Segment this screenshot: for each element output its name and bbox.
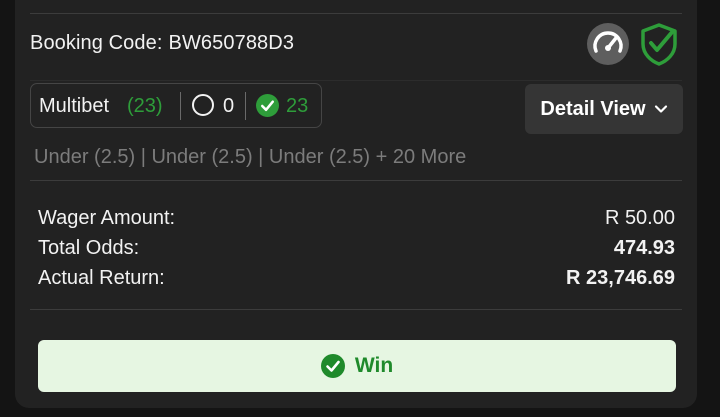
- check-circle-icon: [320, 354, 345, 378]
- booking-code-label: Booking Code:: [30, 32, 163, 54]
- open-count: 0: [223, 95, 235, 117]
- actual-return-value: R 23,746.69: [566, 267, 675, 289]
- wager-amount-value: R 50.00: [604, 207, 675, 229]
- win-status-bar: Win: [38, 340, 676, 392]
- check-circle-icon: [256, 94, 279, 117]
- multibet-summary: Multibet (23) 0 23: [30, 83, 322, 128]
- shield-check-icon[interactable]: [639, 22, 679, 66]
- actual-return-label: Actual Return:: [38, 267, 165, 289]
- selections-summary[interactable]: Under (2.5) | Under (2.5) | Under (2.5) …: [34, 146, 466, 169]
- detail-view-button[interactable]: Detail View: [525, 84, 683, 134]
- booking-divider: [30, 80, 682, 81]
- chevron-down-icon: [654, 105, 667, 113]
- multibet-label: Multibet: [39, 95, 110, 117]
- open-circle-icon: [192, 94, 214, 116]
- total-odds-label: Total Odds:: [38, 237, 140, 259]
- booking-code-value[interactable]: BW650788D3: [169, 32, 295, 54]
- multibet-total: (23): [127, 95, 163, 117]
- wager-amount-label: Wager Amount:: [38, 207, 176, 229]
- top-divider: [30, 13, 682, 14]
- speedometer-icon[interactable]: [587, 23, 629, 65]
- booking-code-row: Booking Code: BW650788D3: [30, 32, 294, 55]
- total-odds-value: 474.93: [613, 237, 675, 259]
- detail-view-label: Detail View: [540, 97, 646, 120]
- won-count: 23: [286, 95, 309, 117]
- summary-divider: [30, 309, 682, 310]
- multibet-separator: [245, 92, 246, 120]
- win-label: Win: [354, 354, 394, 377]
- bet-card: Booking Code: BW650788D3 Multibet (23) 0 …: [15, 0, 697, 408]
- selections-divider: [30, 180, 682, 181]
- multibet-separator: [180, 92, 181, 120]
